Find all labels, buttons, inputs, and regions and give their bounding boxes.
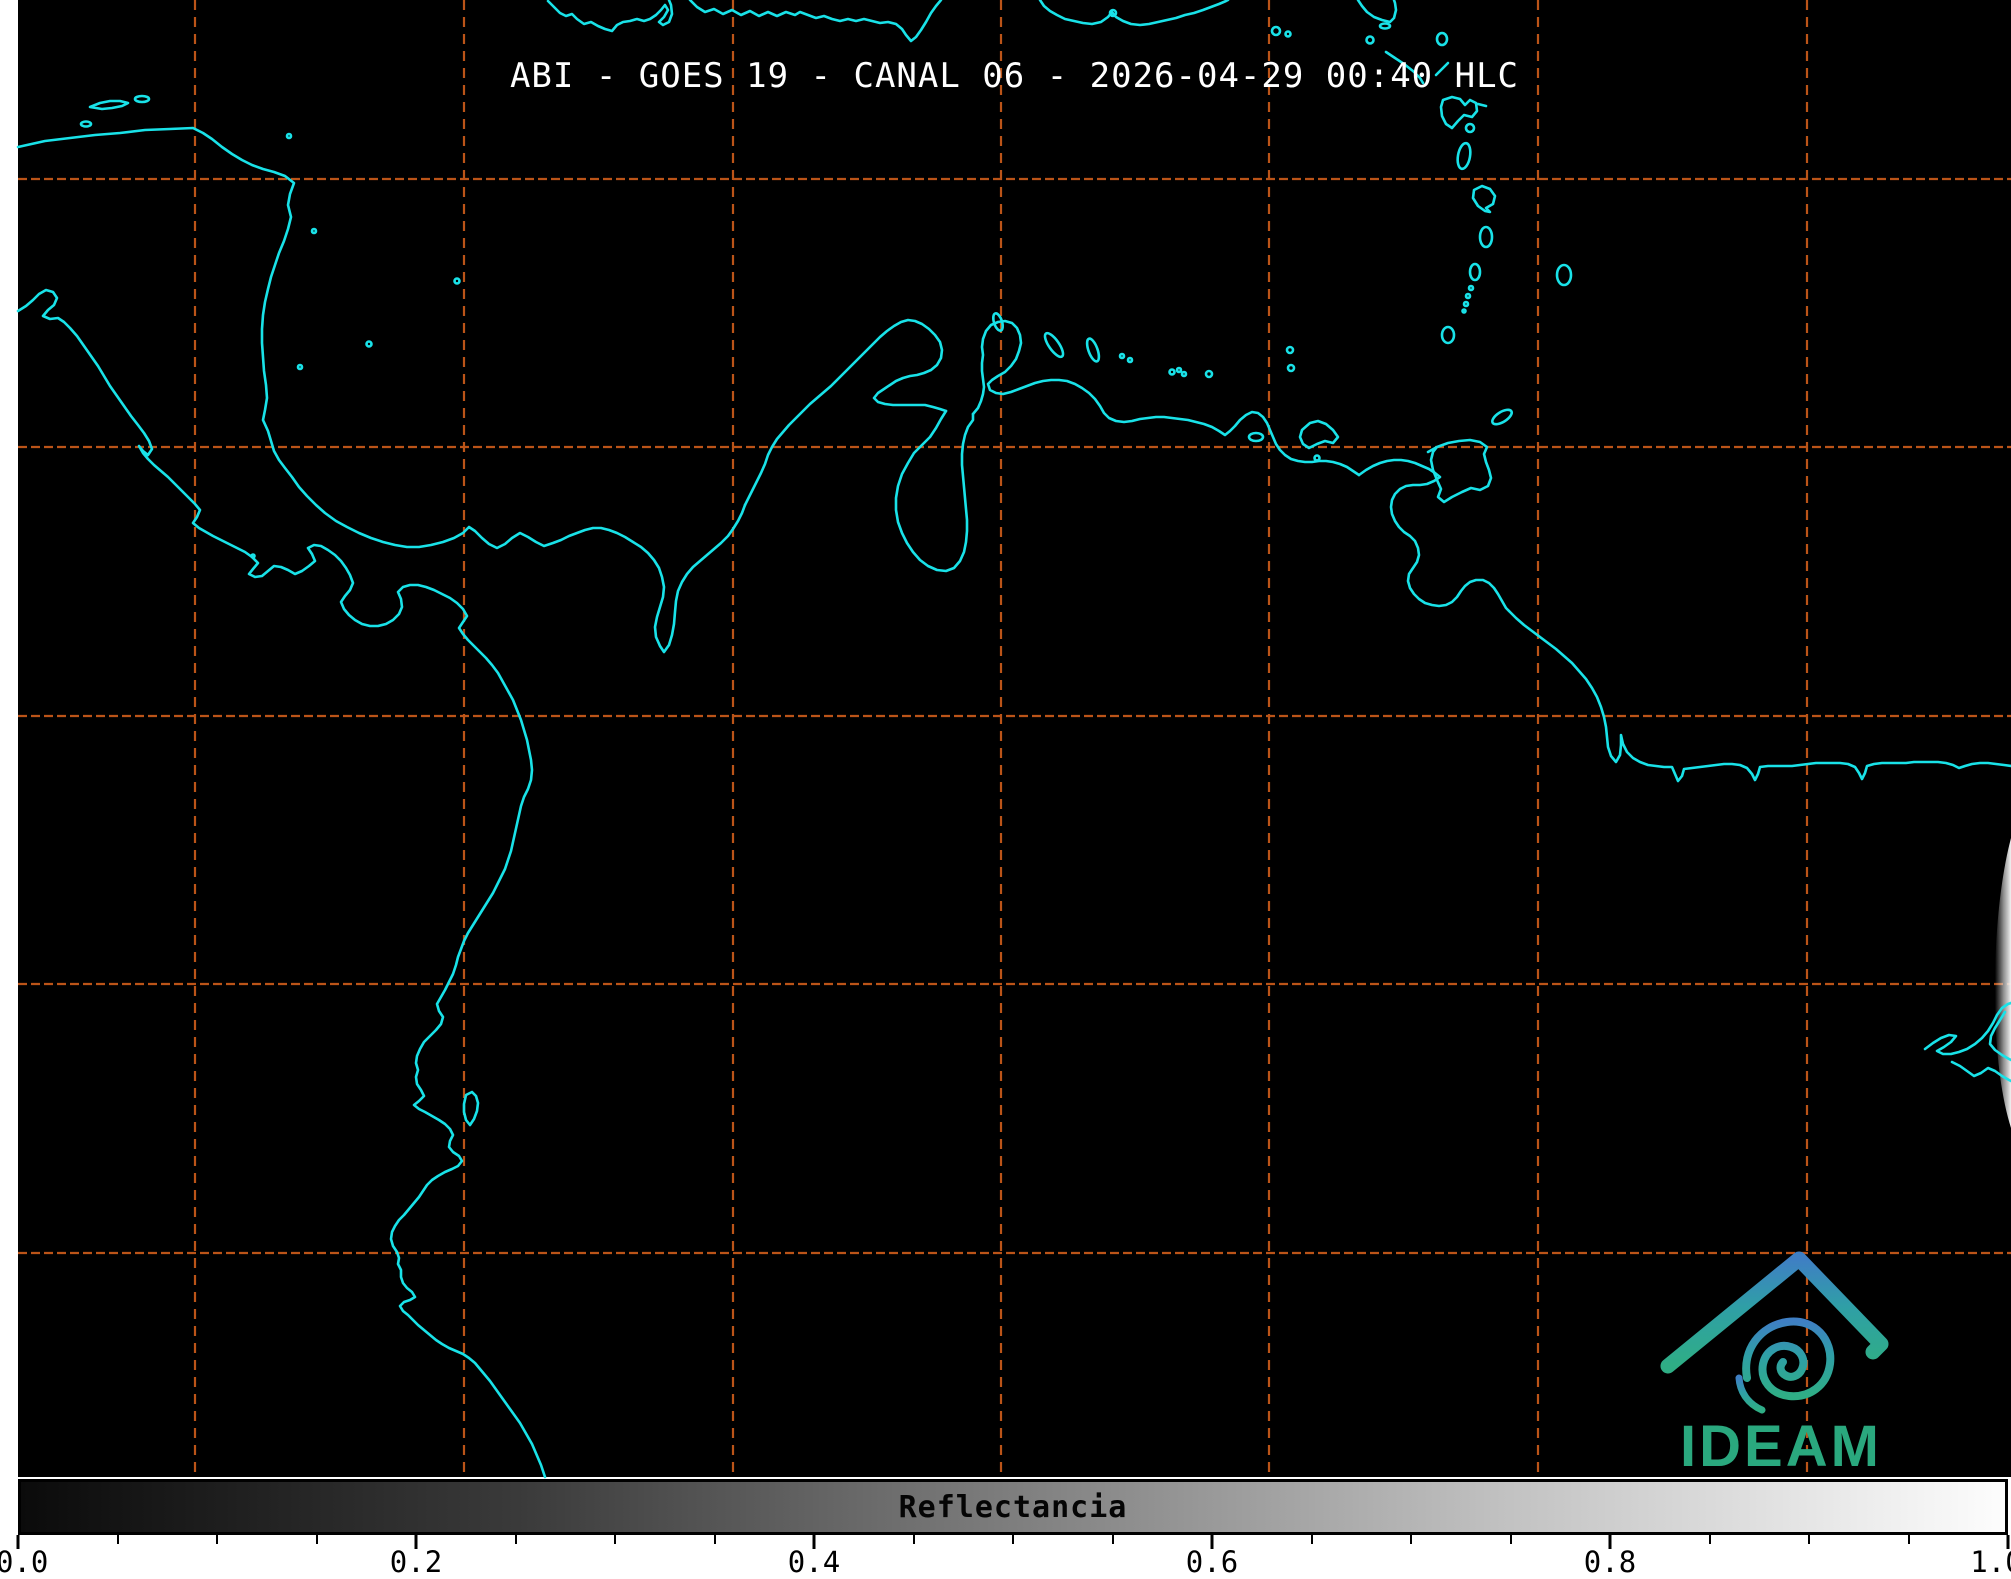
map-background [18, 0, 2011, 1477]
colorbar-minor-tick [1907, 1535, 1910, 1544]
colorbar-tick-label: 0.8 [1583, 1545, 1637, 1579]
colorbar-tick-label: 0.4 [787, 1545, 841, 1579]
satellite-map: IDEAM [16, 0, 2011, 1479]
colorbar-minor-tick [713, 1535, 716, 1544]
colorbar-minor-tick [614, 1535, 616, 1544]
colorbar-tick-label: 0.6 [1185, 1545, 1239, 1579]
colorbar-tick-label: 0.0 [0, 1545, 49, 1579]
ideam-wordmark: IDEAM [1680, 1414, 1882, 1479]
colorbar: Reflectancia [18, 1479, 2008, 1535]
image-title: ABI - GOES 19 - CANAL 06 - 2026-04-29 00… [509, 56, 1520, 96]
colorbar-tick-label: 1.0 [1970, 1545, 2011, 1579]
colorbar-label: Reflectancia [898, 1489, 1128, 1525]
colorbar-minor-tick [1012, 1535, 1014, 1544]
colorbar-minor-tick [1708, 1535, 1711, 1544]
colorbar-minor-tick [216, 1535, 218, 1544]
colorbar-minor-tick [116, 1535, 119, 1544]
colorbar-minor-tick [1808, 1535, 1810, 1544]
colorbar-minor-tick [1310, 1535, 1313, 1544]
colorbar-minor-tick [912, 1535, 915, 1544]
colorbar-ticks: 0.0 0.2 0.4 0.6 0.8 1.0 [0, 1535, 2011, 1579]
colorbar-minor-tick [514, 1535, 517, 1544]
colorbar-tick-label: 0.2 [389, 1545, 443, 1579]
colorbar-minor-tick [1509, 1535, 1512, 1544]
colorbar-minor-tick [1410, 1535, 1412, 1544]
colorbar-minor-tick [315, 1535, 318, 1544]
colorbar-minor-tick [1111, 1535, 1114, 1544]
